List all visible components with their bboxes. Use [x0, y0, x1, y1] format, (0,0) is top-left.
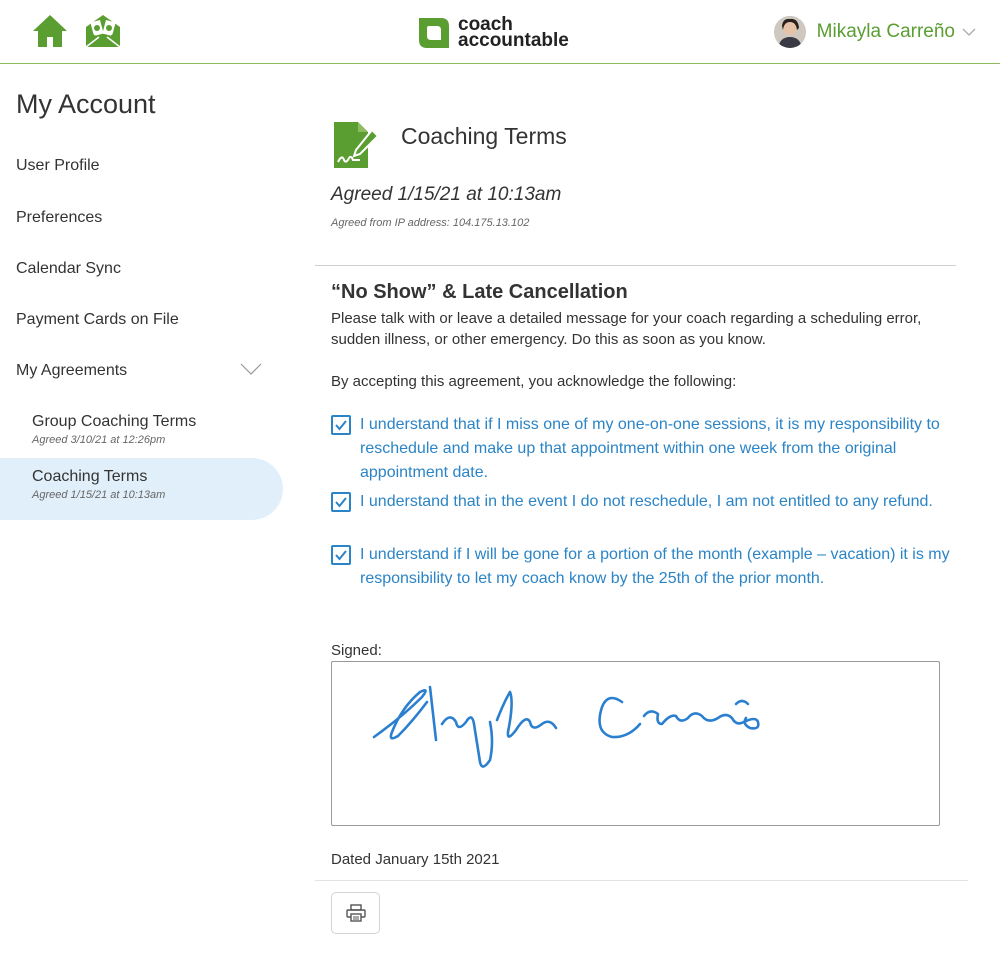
sidebar-item-my-agreements[interactable]: My Agreements: [16, 362, 127, 380]
checkmark-icon: [335, 550, 347, 561]
money-envelope-icon[interactable]: [84, 13, 122, 49]
avatar: [773, 16, 806, 48]
chevron-down-icon[interactable]: [962, 27, 976, 37]
print-button[interactable]: [331, 892, 380, 934]
checkmark-icon: [335, 420, 347, 431]
agreement-item-coaching-terms[interactable]: Coaching Terms Agreed 1/15/21 at 10:13am: [0, 458, 283, 520]
checkbox-checked[interactable]: [331, 545, 351, 565]
sidebar-item-calendar-sync[interactable]: Calendar Sync: [16, 260, 121, 278]
logo-text: coach accountable: [458, 15, 569, 51]
agreement-label: Coaching Terms: [32, 468, 148, 485]
printer-icon: [345, 904, 366, 922]
user-name: Mikayla Carreño: [816, 21, 955, 42]
acknowledge-checkbox-row[interactable]: I understand if I will be gone for a por…: [331, 543, 951, 591]
checkbox-checked[interactable]: [331, 492, 351, 512]
agreed-ip: Agreed from IP address: 104.175.13.102: [331, 217, 530, 229]
section-body: Please talk with or leave a detailed mes…: [331, 310, 922, 348]
page-title: Coaching Terms: [401, 123, 567, 149]
signature-image: [372, 685, 760, 768]
acknowledge-intro: By accepting this agreement, you acknowl…: [331, 373, 737, 390]
section-title: “No Show” & Late Cancellation: [331, 281, 628, 303]
acknowledge-checkbox-row[interactable]: I understand that if I miss one of my on…: [331, 413, 951, 485]
agreed-timestamp: Agreed 1/15/21 at 10:13am: [331, 184, 562, 205]
sidebar-item-preferences[interactable]: Preferences: [16, 209, 102, 227]
checkbox-label: I understand if I will be gone for a por…: [360, 546, 950, 587]
sidebar-item-payment-cards[interactable]: Payment Cards on File: [16, 311, 179, 329]
sidebar-item-user-profile[interactable]: User Profile: [16, 157, 100, 175]
divider: [315, 880, 968, 881]
sidebar-title: My Account: [16, 89, 156, 119]
logo-line2: accountable: [458, 30, 569, 51]
checkmark-icon: [335, 497, 347, 508]
signed-date: Dated January 15th 2021: [331, 851, 500, 868]
agreement-date: Agreed 1/15/21 at 10:13am: [32, 489, 166, 501]
brand-logo[interactable]: coach accountable: [417, 15, 569, 51]
agreement-content: Coaching Terms Agreed 1/15/21 at 10:13am…: [315, 65, 1000, 966]
checkbox-label: I understand that if I miss one of my on…: [360, 416, 940, 481]
home-icon[interactable]: [32, 13, 68, 49]
signed-label: Signed:: [331, 642, 382, 659]
divider: [315, 265, 956, 266]
account-sidebar: My Account User Profile Preferences Cale…: [0, 65, 285, 966]
logo-mark-icon: [419, 18, 449, 48]
top-header: coach accountable Mikayla Carreño: [0, 0, 1000, 64]
checkbox-label: I understand that in the event I do not …: [360, 493, 933, 510]
checkbox-checked[interactable]: [331, 415, 351, 435]
agreement-label: Group Coaching Terms: [32, 413, 197, 430]
agreement-item-group-coaching[interactable]: Group Coaching Terms Agreed 3/10/21 at 1…: [0, 403, 283, 465]
user-menu[interactable]: Mikayla Carreño: [773, 16, 976, 48]
signature-box: [331, 661, 940, 826]
chevron-down-icon[interactable]: [240, 362, 262, 376]
signed-document-icon: [334, 122, 380, 168]
acknowledge-checkbox-row[interactable]: I understand that in the event I do not …: [331, 490, 951, 514]
agreement-date: Agreed 3/10/21 at 12:26pm: [32, 434, 166, 446]
